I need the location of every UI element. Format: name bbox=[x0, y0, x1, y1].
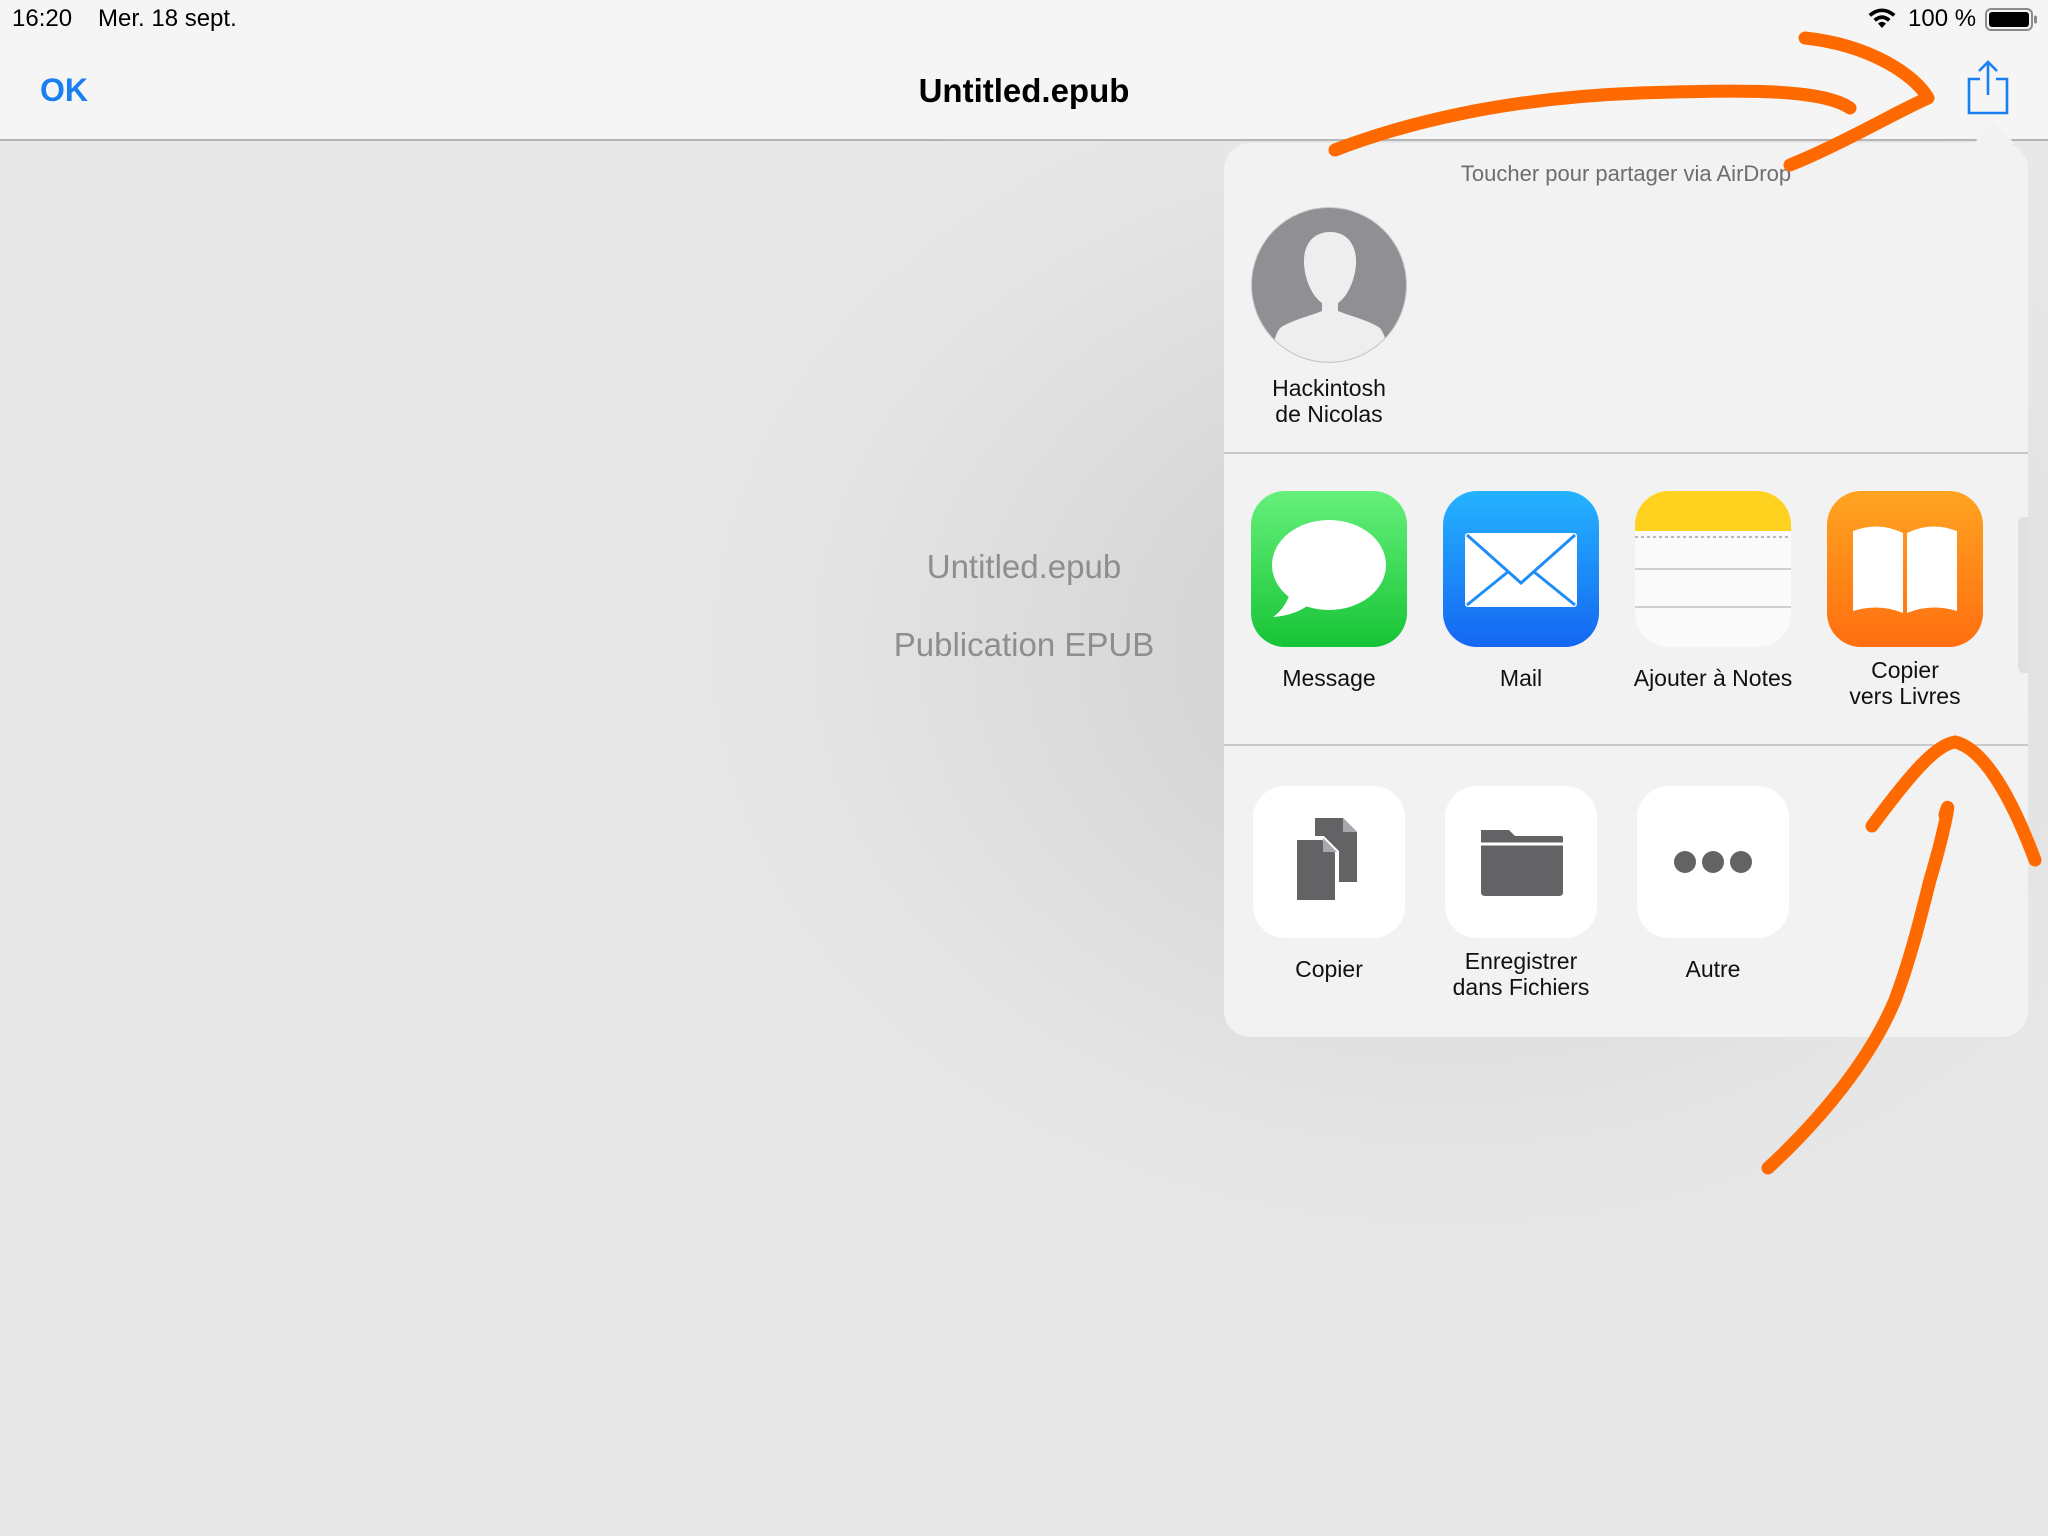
action-save-to-files[interactable]: Enregistrer dans Fichiers bbox=[1426, 786, 1616, 1000]
battery-percentage: 100 % bbox=[1908, 5, 1977, 32]
share-icon bbox=[1967, 60, 2009, 115]
status-time: 16:20 bbox=[12, 5, 73, 32]
status-date: Mer. 18 sept. bbox=[98, 5, 237, 32]
section-divider bbox=[1224, 452, 2028, 454]
folder-icon bbox=[1445, 786, 1597, 938]
action-more[interactable]: Autre bbox=[1618, 786, 1808, 982]
share-app-mail[interactable]: Mail bbox=[1426, 491, 1616, 691]
notes-icon bbox=[1635, 491, 1791, 647]
share-app-label: Mail bbox=[1499, 665, 1543, 691]
airdrop-device-label: Hackintosh de Nicolas bbox=[1272, 375, 1386, 427]
copy-icon bbox=[1253, 786, 1405, 938]
share-app-label: Ajouter à Notes bbox=[1633, 665, 1793, 691]
person-silhouette-icon bbox=[1251, 207, 1407, 363]
action-label: Copier bbox=[1295, 956, 1363, 982]
action-label: Enregistrer dans Fichiers bbox=[1452, 948, 1590, 1000]
share-app-message[interactable]: Message bbox=[1234, 491, 1424, 691]
share-sheet: Toucher pour partager via AirDrop Hackin… bbox=[1224, 143, 2028, 1037]
popover-arrow bbox=[1973, 122, 2015, 144]
airdrop-device[interactable]: Hackintosh de Nicolas bbox=[1251, 207, 1407, 427]
share-app-notes[interactable]: Ajouter à Notes bbox=[1618, 491, 1808, 691]
next-app-peek[interactable] bbox=[2018, 517, 2028, 673]
section-divider bbox=[1224, 744, 2028, 746]
action-label: Autre bbox=[1685, 956, 1741, 982]
status-bar: 16:20 Mer. 18 sept. 100 % bbox=[0, 0, 2048, 38]
more-icon bbox=[1637, 786, 1789, 938]
messages-icon bbox=[1251, 491, 1407, 647]
share-app-label: Message bbox=[1282, 665, 1376, 691]
mail-icon bbox=[1443, 491, 1599, 647]
share-app-books[interactable]: Copier vers Livres bbox=[1810, 491, 2000, 709]
books-icon bbox=[1827, 491, 1983, 647]
share-app-label: Copier vers Livres bbox=[1849, 657, 1961, 709]
battery-icon bbox=[1985, 8, 2039, 39]
wifi-icon bbox=[1866, 6, 1898, 37]
action-copy[interactable]: Copier bbox=[1234, 786, 1424, 982]
navigation-bar: OK Untitled.epub bbox=[0, 38, 2048, 141]
airdrop-hint: Toucher pour partager via AirDrop bbox=[1460, 161, 1792, 186]
page-title: Untitled.epub bbox=[918, 72, 1130, 109]
share-button[interactable] bbox=[1965, 60, 2011, 116]
